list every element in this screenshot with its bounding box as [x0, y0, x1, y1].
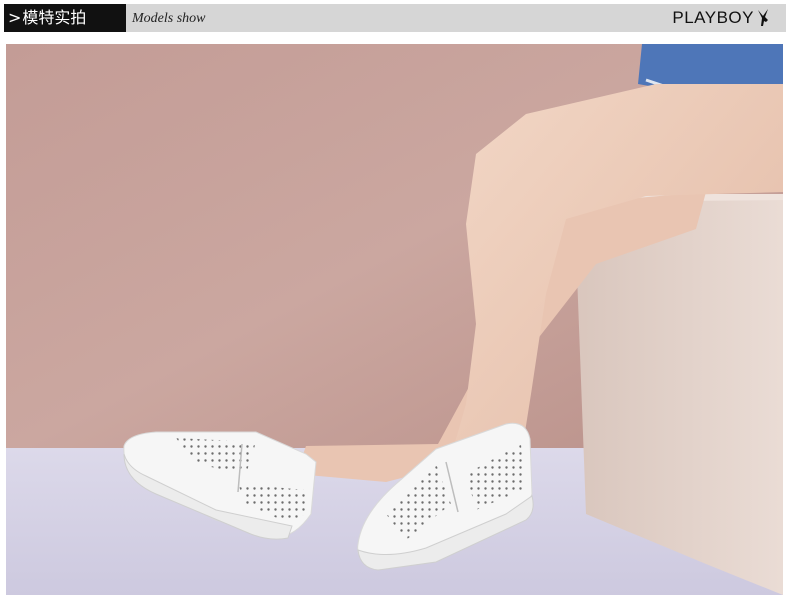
brand-name: PLAYBOY: [672, 8, 754, 27]
product-photo: [6, 44, 783, 595]
model-wearing-shoes-image: [6, 44, 783, 595]
section-subtitle: Models show: [132, 11, 206, 26]
section-title: 模特实拍: [22, 8, 87, 27]
chevron-right-icon: >: [8, 8, 22, 27]
section-tag: >模特实拍: [4, 4, 126, 32]
bunny-logo-icon: [758, 9, 768, 26]
section-header: >模特实拍 Models show PLAYBOY: [4, 4, 786, 32]
brand-logo: PLAYBOY: [672, 4, 770, 32]
